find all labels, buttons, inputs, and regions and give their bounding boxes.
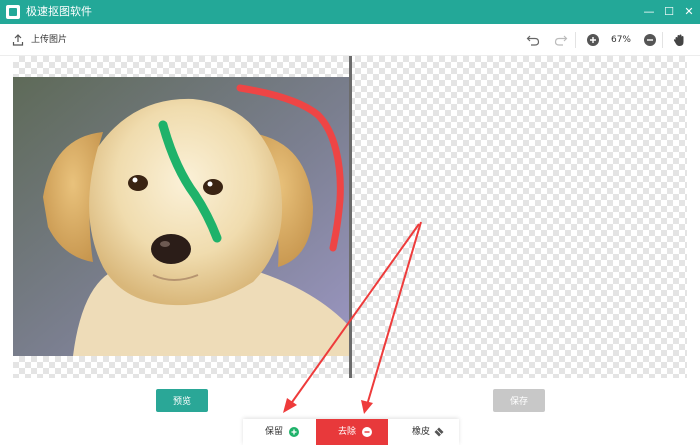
eraser-icon <box>434 427 444 437</box>
minimize-button[interactable]: — <box>640 3 658 21</box>
brush-mode-bar: 保留 去除 橡皮 <box>243 419 459 445</box>
zoom-out-icon[interactable] <box>643 33 657 47</box>
compare-divider[interactable] <box>349 56 352 378</box>
plus-circle-icon <box>289 427 299 437</box>
toolbar: 上传图片 67% <box>0 24 700 56</box>
app-logo-icon <box>6 5 20 19</box>
eraser-mode-label: 橡皮 <box>412 427 431 437</box>
remove-mode-label: 去除 <box>338 427 357 437</box>
hand-icon[interactable] <box>672 33 686 47</box>
dog-photo[interactable] <box>13 77 350 356</box>
redo-icon[interactable] <box>554 33 568 47</box>
undo-icon[interactable] <box>526 33 540 47</box>
preview-button[interactable]: 预览 <box>156 389 208 412</box>
window-title: 极速抠图软件 <box>26 5 92 18</box>
zoom-in-icon[interactable] <box>586 33 600 47</box>
upload-image-button[interactable]: 上传图片 <box>31 34 67 46</box>
save-button[interactable]: 保存 <box>493 389 545 412</box>
eraser-mode-button[interactable]: 橡皮 <box>388 419 459 445</box>
remove-mode-button[interactable]: 去除 <box>316 419 388 445</box>
maximize-button[interactable]: ☐ <box>660 3 678 21</box>
close-button[interactable]: ✕ <box>680 3 698 21</box>
keep-mode-button[interactable]: 保留 <box>243 419 315 445</box>
upload-icon[interactable] <box>12 34 24 46</box>
zoom-level: 67% <box>610 35 631 45</box>
toolbar-separator <box>575 32 576 48</box>
title-bar: 极速抠图软件 — ☐ ✕ <box>0 0 700 24</box>
toolbar-separator <box>662 32 663 48</box>
minus-circle-icon <box>362 427 372 437</box>
keep-mode-label: 保留 <box>265 427 284 437</box>
